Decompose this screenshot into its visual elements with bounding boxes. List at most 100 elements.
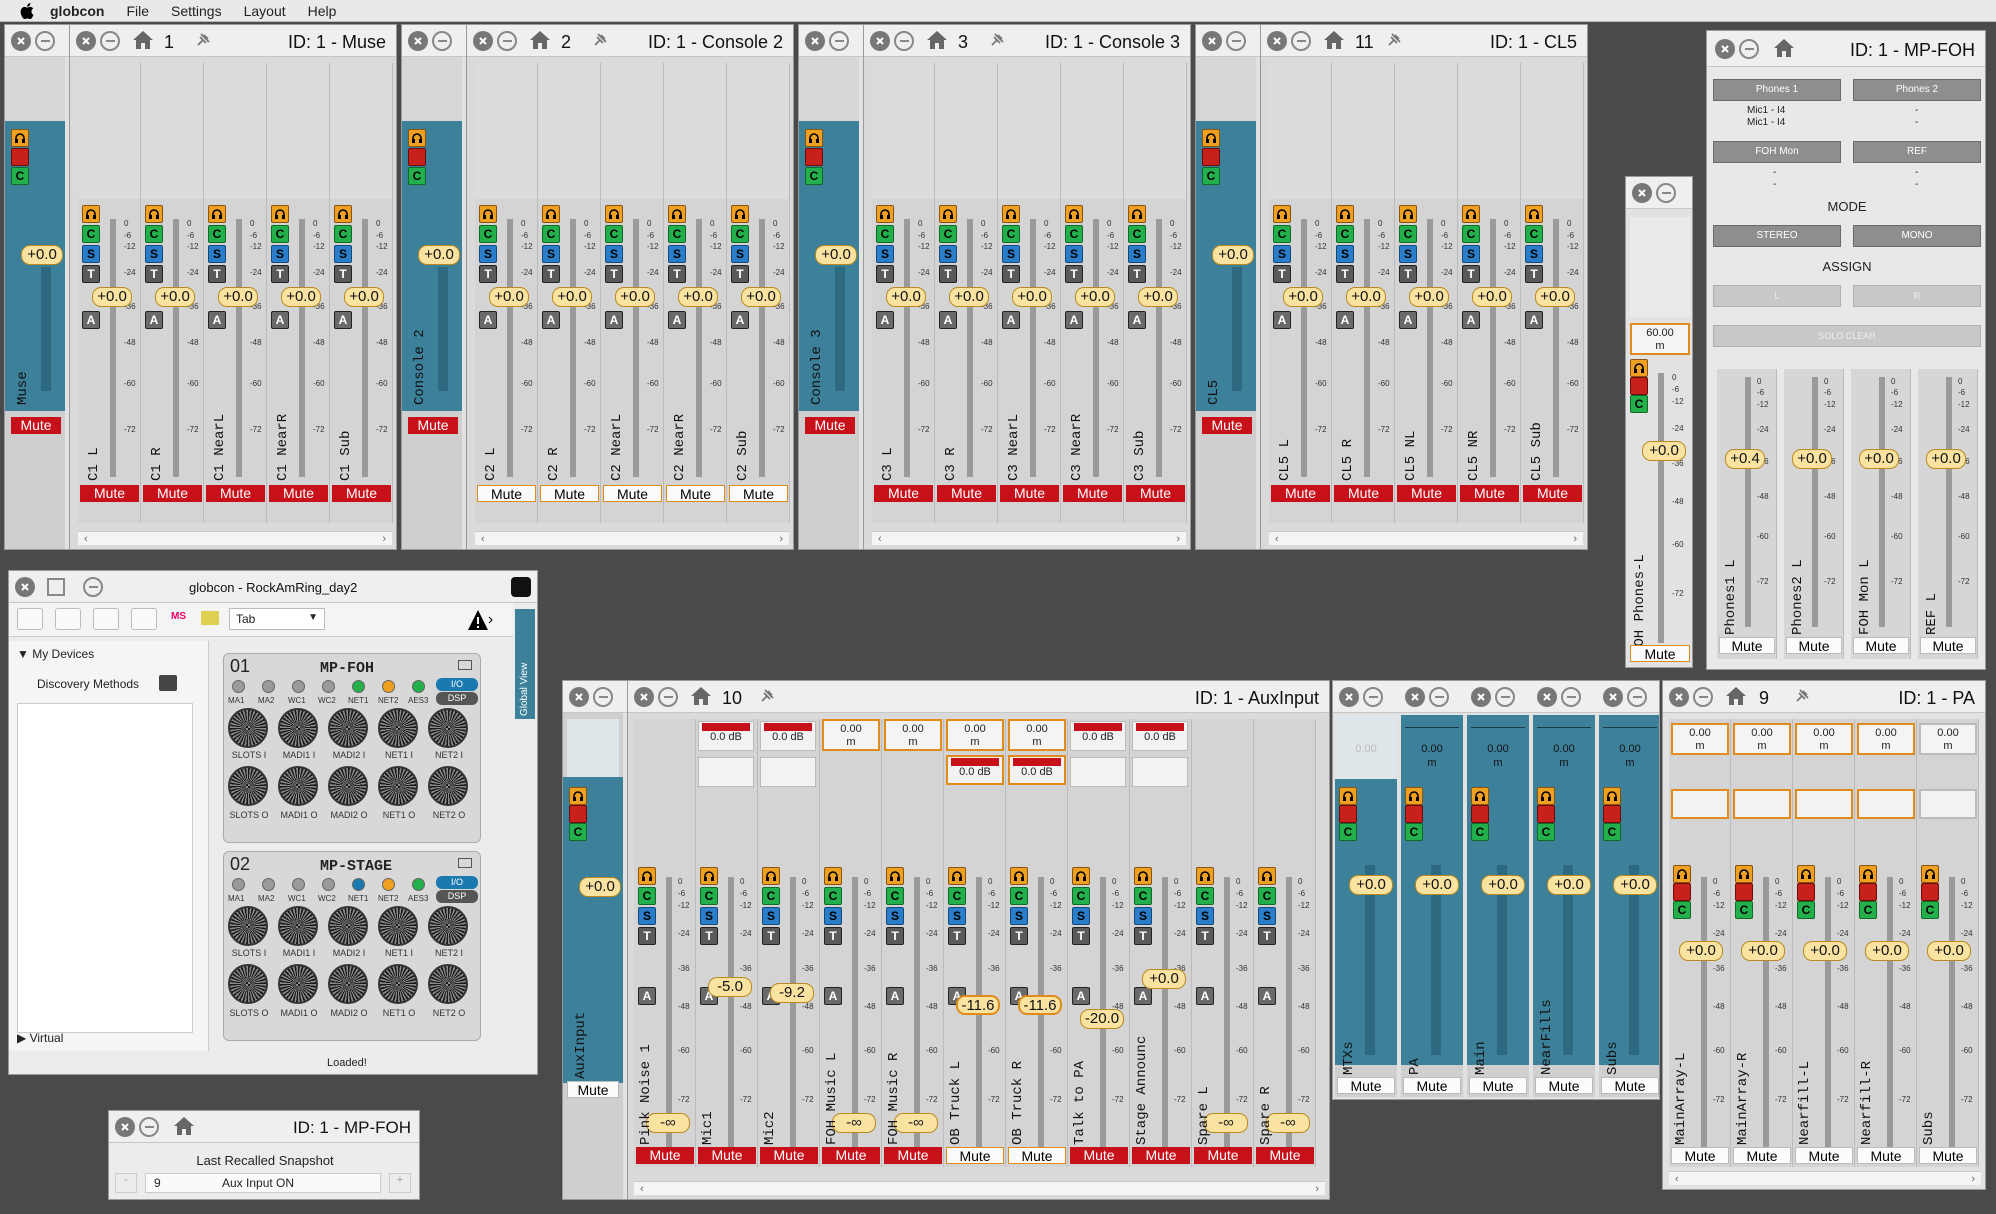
c-button[interactable]: C <box>824 887 842 905</box>
s-button[interactable]: S <box>886 907 904 925</box>
close-icon[interactable] <box>1603 687 1623 707</box>
headphone-icon[interactable] <box>1202 129 1220 147</box>
mute-button[interactable]: Mute <box>477 485 536 502</box>
c-button[interactable]: C <box>1797 901 1815 919</box>
close-icon[interactable] <box>11 31 31 51</box>
delay-box[interactable]: 0.00 m <box>1795 723 1853 755</box>
gain-value[interactable]: +0.0 <box>1409 287 1449 307</box>
ms-badge[interactable]: MS <box>171 611 186 622</box>
a-button[interactable]: A <box>479 311 497 329</box>
gain-value[interactable]: +0.0 <box>1142 969 1186 989</box>
menu-app-name[interactable]: globcon <box>50 3 104 19</box>
network-icon[interactable] <box>131 608 157 630</box>
home-icon[interactable] <box>1725 686 1747 706</box>
gain-value[interactable]: +0.0 <box>949 287 989 307</box>
mute-button[interactable]: Mute <box>332 485 391 502</box>
c-button[interactable]: C <box>605 225 623 243</box>
headphone-icon[interactable] <box>876 205 894 223</box>
a-button[interactable]: A <box>1525 311 1543 329</box>
gain-value[interactable]: +0.0 <box>1012 287 1052 307</box>
minimize-icon[interactable] <box>1693 687 1713 707</box>
global-view-tab[interactable]: Global View <box>515 609 535 719</box>
level-knob[interactable] <box>328 766 368 806</box>
minimize-icon[interactable] <box>35 31 55 51</box>
mute-button[interactable]: Mute <box>1202 417 1252 434</box>
level-knob[interactable] <box>278 766 318 806</box>
gain-box[interactable]: 0.0 dB <box>946 755 1004 785</box>
scroll-left-icon[interactable]: ‹ <box>84 533 88 545</box>
scroll-right-icon[interactable]: › <box>1176 533 1180 545</box>
device-window-icon[interactable] <box>458 660 472 670</box>
snapshot-field[interactable]: 9 Aux Input ON <box>145 1173 381 1193</box>
mute-button[interactable]: Mute <box>1070 1147 1128 1164</box>
s-button[interactable]: S <box>762 907 780 925</box>
mute-button[interactable]: Mute <box>1460 485 1519 502</box>
gain-value[interactable]: +0.0 <box>1613 875 1657 895</box>
minimize-icon[interactable] <box>497 31 517 51</box>
c-button[interactable]: C <box>1735 901 1753 919</box>
level-knob[interactable] <box>428 964 468 1004</box>
c-button[interactable]: C <box>479 225 497 243</box>
s-button[interactable]: S <box>208 245 226 263</box>
mute-button[interactable]: Mute <box>11 417 61 434</box>
device-window-icon[interactable] <box>458 858 472 868</box>
a-button[interactable]: A <box>876 311 894 329</box>
t-button[interactable]: T <box>762 927 780 945</box>
mute-button[interactable]: Mute <box>805 417 855 434</box>
c-button[interactable]: C <box>700 887 718 905</box>
window-titlebar[interactable]: globcon - RockAmRing_day2 <box>9 571 537 603</box>
level-knob[interactable] <box>428 906 468 946</box>
gain-value[interactable]: +0.4 <box>1725 449 1765 469</box>
t-button[interactable]: T <box>1196 927 1214 945</box>
headphone-icon[interactable] <box>208 205 226 223</box>
gain-value[interactable]: +0.0 <box>1472 287 1512 307</box>
c-button[interactable]: C <box>1525 225 1543 243</box>
mute-button[interactable]: Mute <box>1601 1077 1659 1094</box>
tile-view-icon[interactable] <box>93 608 119 630</box>
solo-red-button[interactable] <box>1471 805 1489 823</box>
headphone-icon[interactable] <box>1630 359 1648 377</box>
headphone-icon[interactable] <box>1072 867 1090 885</box>
apple-icon[interactable] <box>20 2 38 19</box>
mute-button[interactable]: Mute <box>636 1147 694 1164</box>
channel-panel-titlebar[interactable]: 3 ID: 1 - Console 3 <box>864 25 1190 57</box>
s-button[interactable]: S <box>731 245 749 263</box>
mute-button[interactable]: Mute <box>729 485 788 502</box>
headphone-icon[interactable] <box>1462 205 1480 223</box>
headphone-icon[interactable] <box>1921 865 1939 883</box>
c-button[interactable]: C <box>145 225 163 243</box>
mute-button[interactable]: Mute <box>1008 1147 1066 1164</box>
mute-button[interactable]: Mute <box>946 1147 1004 1164</box>
menu-file[interactable]: File <box>126 3 149 19</box>
assign-l-button[interactable]: L <box>1713 285 1841 307</box>
scroll-left-icon[interactable]: ‹ <box>640 1183 644 1195</box>
mute-button[interactable]: Mute <box>1403 1077 1461 1094</box>
a-button[interactable]: A <box>542 311 560 329</box>
s-button[interactable]: S <box>638 907 656 925</box>
gain-value[interactable]: +0.0 <box>1138 287 1178 307</box>
gain-value[interactable]: +0.0 <box>1792 449 1832 469</box>
snapshot-prev-button[interactable]: - <box>115 1173 137 1193</box>
minimize-icon[interactable] <box>1561 687 1581 707</box>
level-knob[interactable] <box>278 708 318 748</box>
mute-button[interactable]: Mute <box>1733 1147 1791 1164</box>
c-button[interactable]: C <box>1859 901 1877 919</box>
gain-value[interactable]: +0.0 <box>155 287 195 307</box>
gain-box[interactable]: 0.0 dB <box>698 721 754 751</box>
headphone-icon[interactable] <box>1196 867 1214 885</box>
c-button[interactable]: C <box>1462 225 1480 243</box>
level-knob[interactable] <box>378 906 418 946</box>
gain-value[interactable]: +0.0 <box>1803 941 1847 961</box>
level-knob[interactable] <box>378 708 418 748</box>
maximize-icon[interactable] <box>47 578 65 596</box>
delay-box[interactable]: 0.00 m <box>1671 723 1729 755</box>
mute-button[interactable]: Mute <box>1271 485 1330 502</box>
level-knob[interactable] <box>228 906 268 946</box>
solo-red-button[interactable] <box>1859 883 1877 901</box>
c-button[interactable]: C <box>1673 901 1691 919</box>
tab-select[interactable]: Tab ▼ <box>229 608 325 630</box>
gain-value[interactable]: +0.0 <box>1212 245 1254 265</box>
gain-value[interactable]: +0.0 <box>21 245 63 265</box>
pin-icon[interactable] <box>988 31 1006 49</box>
close-icon[interactable] <box>1202 31 1222 51</box>
